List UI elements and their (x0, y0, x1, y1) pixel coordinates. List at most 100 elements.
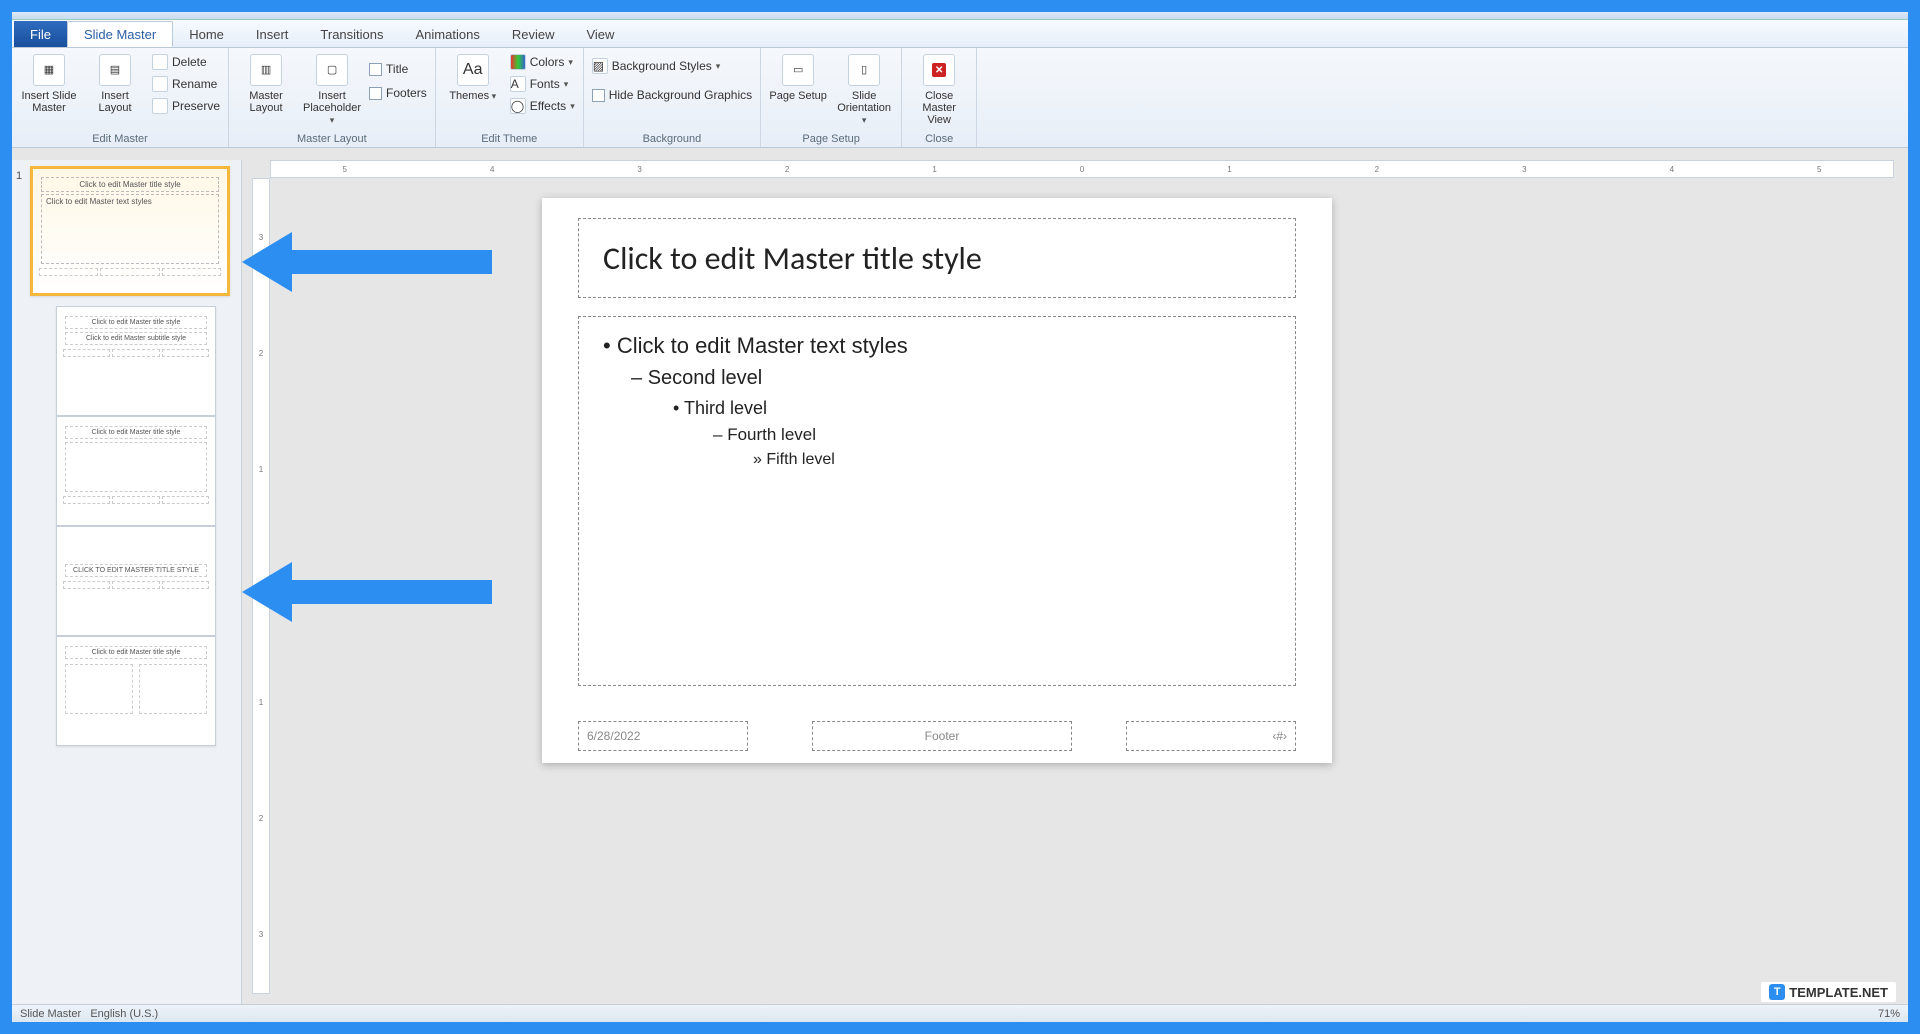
checkbox-icon (592, 89, 605, 102)
thumb-title: Click to edit Master title style (41, 177, 219, 192)
layout-icon: ▤ (99, 54, 131, 86)
layout-thumbnail-4[interactable]: Click to edit Master title style (56, 636, 216, 746)
content-placeholder[interactable]: Click to edit Master text styles Second … (578, 316, 1296, 686)
date-placeholder[interactable]: 6/28/2022 (578, 721, 748, 751)
themes-button[interactable]: Aa Themes (444, 52, 502, 102)
insert-layout-label: Insert Layout (86, 90, 144, 114)
tab-animations[interactable]: Animations (400, 21, 496, 47)
themes-label: Themes (449, 90, 496, 102)
status-zoom[interactable]: 71% (1878, 1008, 1900, 1020)
tab-home[interactable]: Home (173, 21, 240, 47)
colors-button[interactable]: Colors (510, 52, 575, 72)
thumbnails-panel[interactable]: 1 Click to edit Master title style Click… (12, 160, 242, 1004)
body-level-2: Second level (631, 367, 1271, 390)
rename-label: Rename (172, 77, 217, 91)
close-master-view-button[interactable]: ✕ Close Master View (910, 52, 968, 126)
tab-insert[interactable]: Insert (240, 21, 305, 47)
rename-icon (152, 76, 168, 92)
title-chk-label: Title (386, 62, 408, 76)
slide-canvas[interactable]: Click to edit Master title style Click t… (542, 198, 1332, 763)
watermark-text: TEMPLATE.NET (1789, 985, 1888, 1000)
slide-number-placeholder[interactable]: ‹#› (1126, 721, 1296, 751)
delete-icon (152, 54, 168, 70)
tab-view[interactable]: View (570, 21, 630, 47)
group-background: ▨Background Styles Hide Background Graph… (584, 48, 761, 147)
effects-label: Effects (530, 99, 566, 113)
themes-icon: Aa (457, 54, 489, 86)
group-page-setup: ▭ Page Setup ▯ Slide Orientation Page Se… (761, 48, 902, 147)
layout-thumbnail-3[interactable]: CLICK TO EDIT MASTER TITLE STYLE (56, 526, 216, 636)
annotation-arrow-1 (242, 222, 492, 302)
group-label-edit-theme: Edit Theme (444, 131, 575, 145)
group-master-layout: ▥ Master Layout ▢ Insert Placeholder Tit… (229, 48, 436, 147)
hide-background-checkbox[interactable]: Hide Background Graphics (592, 86, 752, 104)
fonts-icon: A (510, 76, 526, 92)
tab-slide-master[interactable]: Slide Master (67, 21, 173, 47)
thumb-sub: Click to edit Master subtitle style (65, 332, 207, 345)
delete-button[interactable]: Delete (152, 52, 220, 72)
annotation-arrow-2 (242, 552, 492, 632)
bg-styles-label: Background Styles (612, 59, 712, 73)
status-left: Slide Master English (U.S.) (20, 1008, 158, 1020)
insert-layout-button[interactable]: ▤ Insert Layout (86, 52, 144, 114)
effects-button[interactable]: ◯ Effects (510, 96, 575, 116)
rename-button[interactable]: Rename (152, 74, 220, 94)
preserve-button[interactable]: Preserve (152, 96, 220, 116)
master-layout-icon: ▥ (250, 54, 282, 86)
title-bar (12, 12, 1908, 20)
title-placeholder[interactable]: Click to edit Master title style (578, 218, 1296, 298)
insert-slide-master-button[interactable]: ▦ Insert Slide Master (20, 52, 78, 114)
colors-icon (510, 54, 526, 70)
close-master-label: Close Master View (910, 90, 968, 126)
thumb-title: Click to edit Master title style (65, 426, 207, 439)
fonts-button[interactable]: A Fonts (510, 74, 575, 94)
tab-transitions[interactable]: Transitions (304, 21, 399, 47)
orientation-icon: ▯ (848, 54, 880, 86)
layout-thumbnail-2[interactable]: Click to edit Master title style (56, 416, 216, 526)
group-label-background: Background (592, 131, 752, 145)
thumb-body (65, 442, 207, 492)
thumb-number: 1 (16, 166, 30, 182)
watermark: T TEMPLATE.NET (1761, 982, 1896, 1002)
background-styles-button[interactable]: ▨Background Styles (592, 56, 752, 76)
checkbox-icon (369, 63, 382, 76)
tab-file[interactable]: File (14, 21, 67, 47)
footers-checkbox[interactable]: Footers (369, 84, 427, 102)
body-level-5: Fifth level (753, 451, 1271, 469)
tab-review[interactable]: Review (496, 21, 571, 47)
group-label-master-layout: Master Layout (237, 131, 427, 145)
group-close: ✕ Close Master View Close (902, 48, 977, 147)
insert-slide-master-label: Insert Slide Master (20, 90, 78, 114)
insert-placeholder-button[interactable]: ▢ Insert Placeholder (303, 52, 361, 126)
thumb-title: Click to edit Master title style (65, 646, 207, 659)
page-setup-button[interactable]: ▭ Page Setup (769, 52, 827, 102)
page-setup-label: Page Setup (769, 90, 827, 102)
horizontal-ruler: 54321012345 (270, 160, 1894, 178)
title-checkbox[interactable]: Title (369, 60, 427, 78)
preserve-label: Preserve (172, 99, 220, 113)
hide-bg-label: Hide Background Graphics (609, 88, 752, 102)
status-bar: Slide Master English (U.S.) 71% (12, 1004, 1908, 1022)
body-level-1: Click to edit Master text styles (603, 333, 1271, 359)
checkbox-icon (369, 87, 382, 100)
master-layout-label: Master Layout (237, 90, 295, 114)
body-level-4: Fourth level (713, 425, 1271, 445)
insert-placeholder-label: Insert Placeholder (303, 90, 361, 126)
master-layout-button[interactable]: ▥ Master Layout (237, 52, 295, 114)
master-thumbnail[interactable]: Click to edit Master title style Click t… (30, 166, 230, 296)
slide-orientation-button[interactable]: ▯ Slide Orientation (835, 52, 893, 126)
ribbon: ▦ Insert Slide Master ▤ Insert Layout De… (12, 48, 1908, 148)
footer-placeholder[interactable]: Footer (812, 721, 1072, 751)
group-edit-master: ▦ Insert Slide Master ▤ Insert Layout De… (12, 48, 229, 147)
group-label-edit-master: Edit Master (20, 131, 220, 145)
fonts-label: Fonts (530, 77, 560, 91)
footers-chk-label: Footers (386, 86, 427, 100)
layout-thumbnail-1[interactable]: Click to edit Master title style Click t… (56, 306, 216, 416)
preserve-icon (152, 98, 168, 114)
group-label-close: Close (910, 131, 968, 145)
delete-label: Delete (172, 55, 207, 69)
effects-icon: ◯ (510, 98, 526, 114)
thumb-body: Click to edit Master text styles (41, 194, 219, 264)
placeholder-icon: ▢ (316, 54, 348, 86)
thumb-title: CLICK TO EDIT MASTER TITLE STYLE (65, 564, 207, 577)
